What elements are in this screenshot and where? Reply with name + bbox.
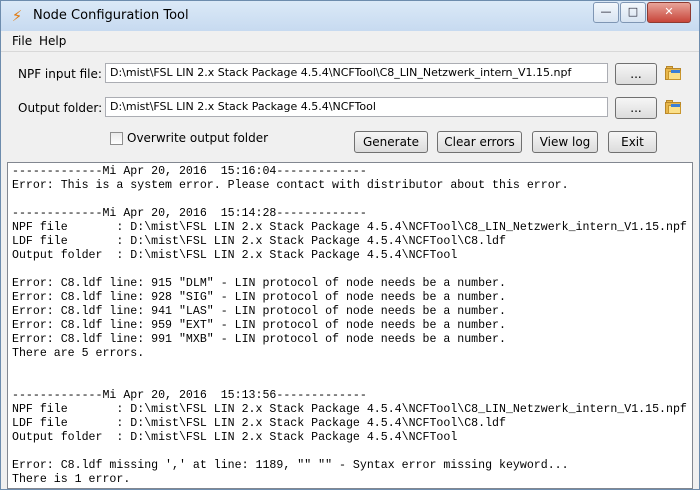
menu-file[interactable]: File	[12, 34, 32, 48]
npf-browse-button[interactable]: ...	[615, 63, 657, 85]
log-line: Error: C8.ldf line: 928 "SIG" - LIN prot…	[12, 291, 506, 304]
npf-input-label: NPF input file:	[18, 67, 102, 81]
log-line: Output folder : D:\mist\FSL LIN 2.x Stac…	[12, 431, 458, 444]
menu-help[interactable]: Help	[39, 34, 66, 48]
log-line: Error: C8.ldf line: 915 "DLM" - LIN prot…	[12, 277, 506, 290]
menu-bar: File Help	[1, 31, 699, 52]
log-line: There is 1 error.	[12, 473, 131, 486]
log-line: -------------Mi Apr 20, 2016 15:13:56---…	[12, 389, 367, 402]
log-line: -------------Mi Apr 20, 2016 15:16:04---…	[12, 165, 367, 178]
maximize-button[interactable]: □	[620, 2, 646, 23]
close-button[interactable]: ✕	[647, 2, 691, 23]
exit-button[interactable]: Exit	[608, 131, 657, 153]
clear-errors-button[interactable]: Clear errors	[437, 131, 522, 153]
log-line: There are 5 errors.	[12, 347, 145, 360]
log-line: Error: C8.ldf line: 941 "LAS" - LIN prot…	[12, 305, 506, 318]
overwrite-checkbox[interactable]	[110, 132, 123, 145]
minimize-button[interactable]: —	[593, 2, 619, 23]
log-line: Output folder : D:\mist\FSL LIN 2.x Stac…	[12, 249, 458, 262]
log-line: -------------Mi Apr 20, 2016 15:14:28---…	[12, 207, 367, 220]
app-icon: ⚡	[11, 7, 23, 25]
log-line: Error: C8.ldf line: 959 "EXT" - LIN prot…	[12, 319, 506, 332]
window-title: Node Configuration Tool	[33, 8, 189, 23]
output-folder-label: Output folder:	[18, 101, 103, 115]
log-output[interactable]: -------------Mi Apr 20, 2016 15:16:04---…	[7, 162, 693, 489]
open-folder-icon[interactable]	[665, 100, 681, 114]
log-line: NPF file : D:\mist\FSL LIN 2.x Stack Pac…	[12, 221, 687, 234]
log-line: Error: C8.ldf missing ',' at line: 1189,…	[12, 459, 569, 472]
view-log-button[interactable]: View log	[532, 131, 598, 153]
log-line: Error: C8.ldf line: 991 "MXB" - LIN prot…	[12, 333, 506, 346]
open-folder-icon[interactable]	[665, 66, 681, 80]
overwrite-label: Overwrite output folder	[127, 131, 269, 145]
output-browse-button[interactable]: ...	[615, 97, 657, 119]
log-line: LDF file : D:\mist\FSL LIN 2.x Stack Pac…	[12, 235, 506, 248]
output-folder-field[interactable]: D:\mist\FSL LIN 2.x Stack Package 4.5.4\…	[105, 97, 608, 117]
generate-button[interactable]: Generate	[354, 131, 428, 153]
log-line: LDF file : D:\mist\FSL LIN 2.x Stack Pac…	[12, 417, 506, 430]
log-line: NPF file : D:\mist\FSL LIN 2.x Stack Pac…	[12, 403, 687, 416]
title-bar: ⚡ Node Configuration Tool — □ ✕	[1, 1, 699, 31]
log-line: Error: This is a system error. Please co…	[12, 179, 569, 192]
npf-input-field[interactable]: D:\mist\FSL LIN 2.x Stack Package 4.5.4\…	[105, 63, 608, 83]
app-window: ⚡ Node Configuration Tool — □ ✕ File Hel…	[0, 0, 700, 490]
